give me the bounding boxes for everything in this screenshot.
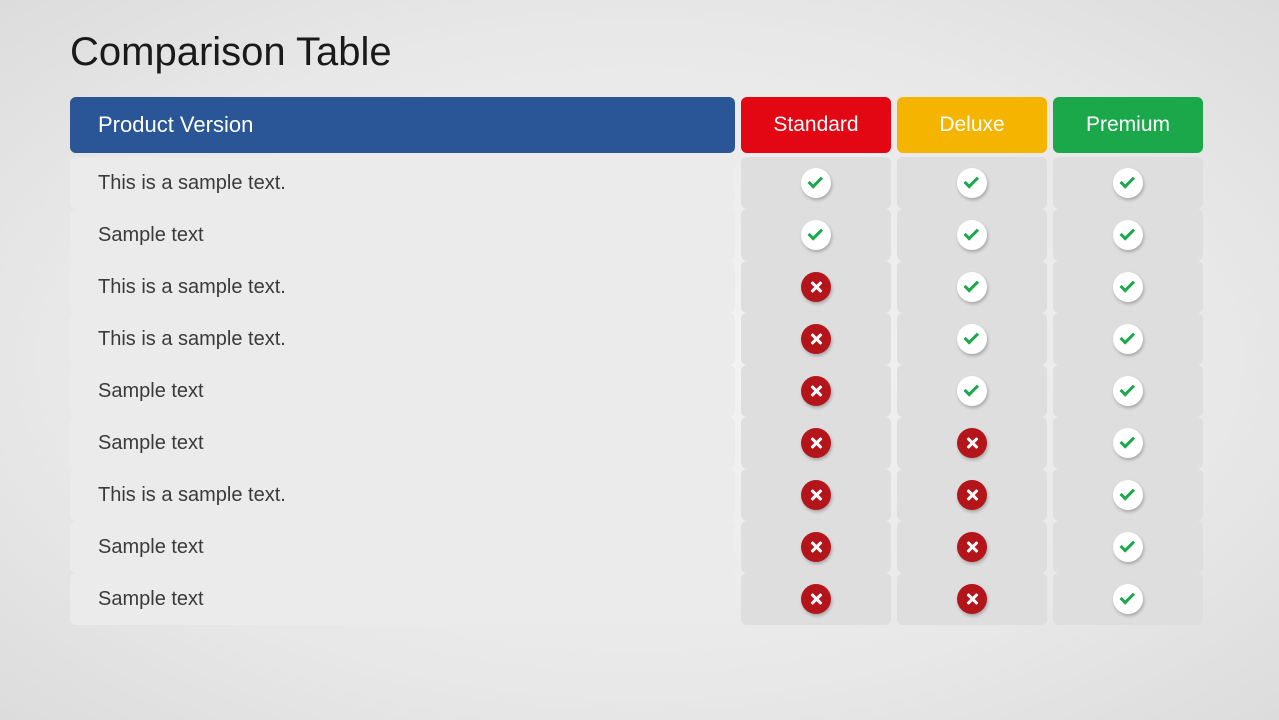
header-plan-deluxe: Deluxe: [897, 97, 1047, 153]
cross-icon: [957, 584, 987, 614]
check-icon: [1113, 324, 1143, 354]
plan-cell: [897, 209, 1047, 261]
plan-cell: [1053, 521, 1203, 573]
feature-label: Sample text: [70, 365, 735, 417]
plan-cell: [741, 365, 891, 417]
plan-cell: [1053, 209, 1203, 261]
table-row: Sample text: [70, 365, 1209, 417]
cross-icon: [801, 376, 831, 406]
plan-cell: [897, 469, 1047, 521]
cross-icon: [957, 428, 987, 458]
check-icon: [801, 168, 831, 198]
plan-cell: [741, 417, 891, 469]
table-row: This is a sample text.: [70, 313, 1209, 365]
header-feature: Product Version: [70, 97, 735, 153]
table-row: This is a sample text.: [70, 157, 1209, 209]
check-icon: [1113, 272, 1143, 302]
plan-cell: [1053, 261, 1203, 313]
check-icon: [957, 272, 987, 302]
feature-label: This is a sample text.: [70, 157, 735, 209]
plan-cell: [1053, 365, 1203, 417]
cross-icon: [801, 480, 831, 510]
feature-label: This is a sample text.: [70, 469, 735, 521]
table-row: This is a sample text.: [70, 261, 1209, 313]
table-header-row: Product Version Standard Deluxe Premium: [70, 97, 1209, 153]
check-icon: [1113, 584, 1143, 614]
feature-label: Sample text: [70, 521, 735, 573]
page-title: Comparison Table: [70, 30, 1209, 75]
plan-cell: [741, 157, 891, 209]
plan-cell: [1053, 313, 1203, 365]
plan-cell: [897, 417, 1047, 469]
plan-cell: [741, 313, 891, 365]
cross-icon: [801, 532, 831, 562]
table-row: This is a sample text.: [70, 469, 1209, 521]
comparison-table: Product Version Standard Deluxe Premium …: [70, 97, 1209, 625]
feature-label: Sample text: [70, 209, 735, 261]
check-icon: [1113, 220, 1143, 250]
check-icon: [957, 168, 987, 198]
plan-cell: [897, 261, 1047, 313]
plan-cell: [741, 573, 891, 625]
plan-cell: [1053, 157, 1203, 209]
table-row: Sample text: [70, 417, 1209, 469]
plan-cell: [897, 157, 1047, 209]
plan-cell: [897, 521, 1047, 573]
plan-cell: [897, 313, 1047, 365]
table-row: Sample text: [70, 521, 1209, 573]
check-icon: [957, 220, 987, 250]
check-icon: [1113, 168, 1143, 198]
check-icon: [957, 324, 987, 354]
check-icon: [957, 376, 987, 406]
feature-label: This is a sample text.: [70, 313, 735, 365]
plan-cell: [741, 261, 891, 313]
plan-cell: [897, 573, 1047, 625]
cross-icon: [801, 324, 831, 354]
plan-cell: [1053, 469, 1203, 521]
plan-cell: [741, 469, 891, 521]
header-plan-premium: Premium: [1053, 97, 1203, 153]
check-icon: [1113, 532, 1143, 562]
check-icon: [1113, 428, 1143, 458]
table-row: Sample text: [70, 573, 1209, 625]
cross-icon: [801, 584, 831, 614]
check-icon: [801, 220, 831, 250]
cross-icon: [957, 532, 987, 562]
feature-label: This is a sample text.: [70, 261, 735, 313]
cross-icon: [801, 428, 831, 458]
header-plan-standard: Standard: [741, 97, 891, 153]
feature-label: Sample text: [70, 417, 735, 469]
cross-icon: [801, 272, 831, 302]
table-row: Sample text: [70, 209, 1209, 261]
cross-icon: [957, 480, 987, 510]
check-icon: [1113, 376, 1143, 406]
plan-cell: [1053, 573, 1203, 625]
plan-cell: [1053, 417, 1203, 469]
feature-label: Sample text: [70, 573, 735, 625]
check-icon: [1113, 480, 1143, 510]
plan-cell: [897, 365, 1047, 417]
plan-cell: [741, 521, 891, 573]
plan-cell: [741, 209, 891, 261]
